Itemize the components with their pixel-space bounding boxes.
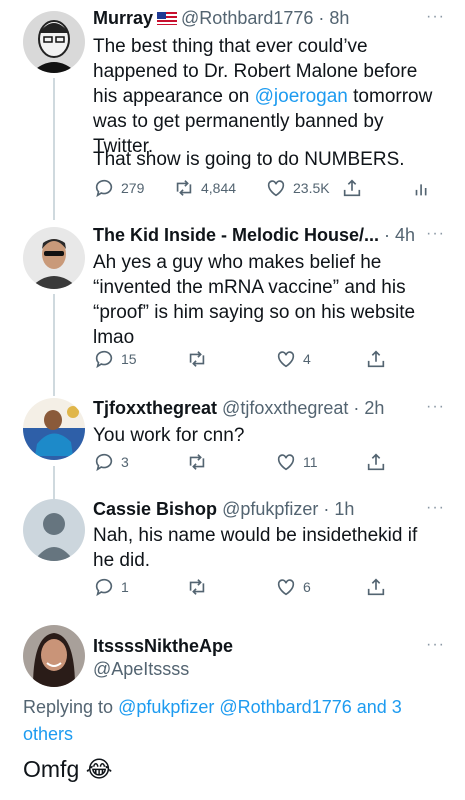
replying-prefix: Replying to [23,697,119,717]
tweet[interactable]: The Kid Inside - Melodic House/... · 4h … [0,215,465,390]
more-icon[interactable]: ··· [426,398,445,416]
reply-button[interactable]: 279 [93,177,144,199]
tweet-header: Murray @Rothbard1776 · 8h [93,8,435,29]
main-tweet[interactable]: ItssssNiktheApe @ApeItssss ··· Replying … [0,620,465,800]
display-name[interactable]: ItssssNiktheApe [93,636,233,656]
action-bar: 1 6 [93,576,440,600]
like-count: 23.5K [293,180,330,196]
like-icon [277,579,295,596]
tweet-text: Ah yes a guy who makes belief he “invent… [93,252,416,348]
tweet-text: Nah, his name would be insidethekid if h… [93,525,418,571]
us-flag-icon [157,12,178,25]
like-button[interactable]: 4 [275,348,311,370]
like-count: 6 [303,579,311,595]
tweet-header: Tjfoxxthegreat @tjfoxxthegreat · 2h [93,398,435,419]
more-icon[interactable]: ··· [426,499,445,517]
reply-count: 1 [121,579,129,595]
timestamp[interactable]: · 4h [384,225,415,245]
mention-link[interactable]: @joerogan [255,86,348,107]
tweet[interactable]: Tjfoxxthegreat @tjfoxxthegreat · 2h ··· … [0,390,465,495]
analytics-button[interactable] [411,177,433,199]
reply-button[interactable]: 1 [93,576,129,598]
timestamp[interactable]: · 1h [323,499,354,519]
tweet-text: Omfg [23,756,80,782]
avatar[interactable] [23,11,85,73]
like-button[interactable]: 11 [275,451,318,473]
main-tweet-handle: @ApeItssss [93,659,435,680]
more-icon[interactable]: ··· [426,636,445,654]
laughing-emoji: 😂 [85,756,113,782]
reply-count: 3 [121,454,129,470]
retweet-button[interactable]: 4,844 [173,177,236,199]
handle[interactable]: @pfukpfizer [222,499,318,519]
handle[interactable]: @ApeItssss [93,659,189,679]
action-bar: 279 4,844 23.5K [93,177,440,201]
reply-icon [95,453,113,472]
tweet-text: You work for cnn? [93,425,245,446]
tweet[interactable]: Murray @Rothbard1776 · 8h ··· The best th… [0,0,465,215]
retweet-button[interactable] [186,451,208,473]
reply-count: 279 [121,180,145,196]
display-name[interactable]: The Kid Inside - Melodic House/... [93,225,379,245]
reply-icon [95,179,113,198]
share-icon [367,350,385,368]
reply-button[interactable]: 15 [93,348,137,370]
reply-count: 15 [121,351,137,367]
like-icon [267,180,285,197]
tweet-text-2: That show is going to do NUMBERS. [93,149,405,170]
reply-icon [95,350,113,369]
display-name[interactable]: Murray [93,8,153,28]
retweet-icon [176,180,192,196]
like-icon [277,454,295,471]
timestamp[interactable]: · 2h [353,398,384,418]
like-icon [277,351,295,368]
retweet-button[interactable] [186,576,208,598]
action-bar: 3 11 [93,451,440,475]
retweet-icon [189,579,205,595]
main-tweet-text: Omfg 😂 [23,756,113,783]
retweet-icon [189,454,205,470]
main-tweet-name: ItssssNiktheApe [93,636,435,657]
action-bar: 15 4 [93,348,440,372]
reply-button[interactable]: 3 [93,451,129,473]
display-name[interactable]: Tjfoxxthegreat [93,398,217,418]
retweet-button[interactable] [186,348,208,370]
share-icon [367,453,385,471]
more-icon[interactable]: ··· [426,8,445,26]
reply-icon [95,578,113,597]
tweet-header: Cassie Bishop @pfukpfizer · 1h [93,499,435,520]
like-count: 4 [303,351,311,367]
analytics-icon [415,184,427,196]
like-count: 11 [303,454,318,470]
retweet-count: 4,844 [201,180,237,196]
replying-to: Replying to @pfukpfizer @Rothbard1776 an… [23,694,443,748]
avatar[interactable] [23,227,85,289]
avatar[interactable] [23,625,85,687]
retweet-icon [189,351,205,367]
share-button[interactable] [365,348,387,370]
share-icon [367,578,385,596]
tweet[interactable]: Cassie Bishop @pfukpfizer · 1h ··· Nah, … [0,495,465,605]
share-button[interactable] [341,177,363,199]
more-icon[interactable]: ··· [426,225,445,243]
timestamp[interactable]: · 8h [318,8,349,28]
share-button[interactable] [365,576,387,598]
share-icon [343,179,361,197]
share-button[interactable] [365,451,387,473]
display-name[interactable]: Cassie Bishop [93,499,217,519]
tweet-header: The Kid Inside - Melodic House/... · 4h [93,225,435,246]
avatar[interactable] [23,499,85,561]
handle[interactable]: @Rothbard1776 [181,8,313,28]
tweet-text: The best thing that ever could’ve happen… [93,34,443,159]
like-button[interactable]: 23.5K [265,177,330,199]
like-button[interactable]: 6 [275,576,311,598]
handle[interactable]: @tjfoxxthegreat [222,398,348,418]
avatar[interactable] [23,398,85,460]
